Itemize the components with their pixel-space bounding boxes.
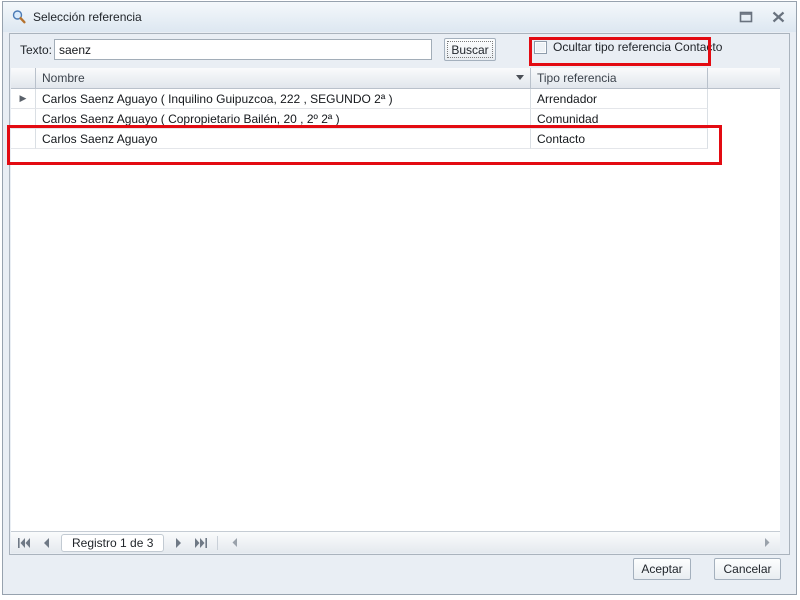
table-row[interactable]: Carlos Saenz Aguayo ( Copropietario Bail…	[11, 109, 780, 129]
table-row[interactable]: Carlos Saenz Aguayo Contacto	[11, 129, 780, 149]
row-filler	[708, 129, 780, 149]
cell-tipo[interactable]: Arrendador	[531, 89, 708, 109]
texto-label: Texto:	[20, 43, 53, 57]
record-navigator: Registro 1 de 3	[11, 531, 780, 553]
dialog-window: Selección referencia Texto: Buscar	[2, 1, 797, 595]
record-count-label: Registro 1 de 3	[61, 533, 165, 552]
buscar-button[interactable]: Buscar	[444, 38, 496, 61]
scroll-left-icon[interactable]	[225, 535, 243, 551]
header-tipo-referencia[interactable]: Tipo referencia	[531, 68, 708, 89]
header-tipo-label: Tipo referencia	[537, 71, 617, 85]
magnifier-icon	[11, 9, 27, 25]
grid-header-row: Nombre Tipo referencia	[11, 68, 780, 89]
previous-record-button[interactable]	[37, 535, 55, 551]
scroll-right-icon[interactable]	[758, 535, 776, 551]
hide-contact-checkbox-label: Ocultar tipo referencia Contacto	[553, 40, 723, 54]
cell-tipo[interactable]: Comunidad	[531, 109, 708, 129]
cell-tipo[interactable]: Contacto	[531, 129, 708, 149]
aceptar-button[interactable]: Aceptar	[633, 558, 691, 580]
row-filler	[708, 109, 780, 129]
restore-icon[interactable]	[738, 10, 754, 24]
cell-nombre[interactable]: Carlos Saenz Aguayo ( Copropietario Bail…	[36, 109, 531, 129]
pager-divider	[217, 535, 219, 550]
hide-contact-checkbox[interactable]	[534, 40, 547, 54]
row-selector	[11, 109, 36, 129]
hide-contact-checkbox-group[interactable]: Ocultar tipo referencia Contacto	[534, 40, 722, 54]
cell-nombre[interactable]: Carlos Saenz Aguayo ( Inquilino Guipuzco…	[36, 89, 531, 109]
window-title: Selección referencia	[33, 10, 142, 24]
row-filler	[708, 89, 780, 109]
header-nombre[interactable]: Nombre	[36, 68, 531, 89]
reference-grid: Nombre Tipo referencia ▶ Carlos Saenz Ag…	[11, 68, 780, 553]
table-row[interactable]: ▶ Carlos Saenz Aguayo ( Inquilino Guipuz…	[11, 89, 780, 109]
grid-empty-area	[11, 149, 780, 531]
search-toolbar: Texto: Buscar Ocultar tipo referencia Co…	[10, 34, 789, 67]
cancelar-button[interactable]: Cancelar	[714, 558, 781, 580]
row-indicator-icon: ▶	[11, 89, 36, 109]
header-row-selector	[11, 68, 36, 89]
titlebar: Selección referencia	[3, 2, 796, 32]
close-icon[interactable]	[770, 10, 786, 24]
next-record-button[interactable]	[170, 535, 188, 551]
content-panel: Texto: Buscar Ocultar tipo referencia Co…	[9, 33, 790, 555]
last-record-button[interactable]	[192, 535, 210, 551]
cell-nombre[interactable]: Carlos Saenz Aguayo	[36, 129, 531, 149]
header-filler	[708, 68, 780, 89]
row-selector	[11, 129, 36, 149]
search-input[interactable]	[54, 39, 432, 60]
chevron-down-icon[interactable]	[516, 75, 524, 80]
first-record-button[interactable]	[15, 535, 33, 551]
header-nombre-label: Nombre	[42, 71, 85, 85]
